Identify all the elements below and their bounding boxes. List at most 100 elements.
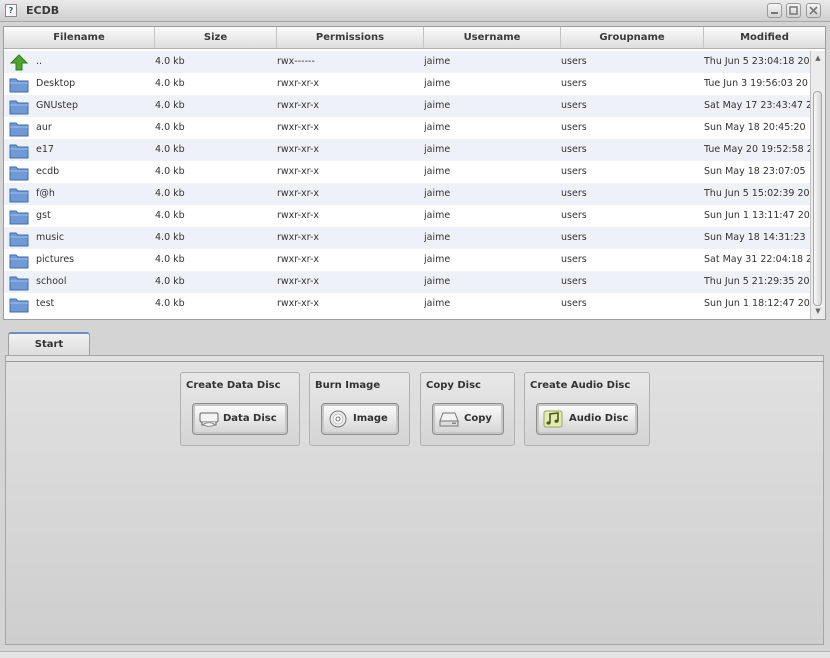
permissions-cell: rwxr-xr-x (277, 210, 319, 221)
username-cell: jaime (424, 188, 451, 199)
filename-cell: e17 (36, 144, 54, 155)
table-row[interactable]: school 4.0 kb rwxr-xr-x jaime users Thu Jun 5… (4, 271, 810, 293)
filename-cell: school (36, 276, 67, 287)
filename-cell: GNUstep (36, 100, 78, 111)
permissions-cell: rwxr-xr-x (277, 166, 319, 177)
groupname-cell: users (561, 254, 587, 265)
scroll-down-arrow-icon[interactable]: ▼ (812, 306, 824, 317)
table-row[interactable]: aur 4.0 kb rwxr-xr-x jaime users Sun May 18 2… (4, 117, 810, 139)
groupname-cell: users (561, 298, 587, 309)
filename-cell: pictures (36, 254, 75, 265)
column-header-filename[interactable]: Filename (4, 27, 155, 48)
table-row[interactable]: test 4.0 kb rwxr-xr-x jaime users Sun Jun 1 1… (4, 293, 810, 315)
groupname-cell: users (561, 166, 587, 177)
group-copy-disc: Copy Disc Copy (420, 372, 515, 446)
groupname-cell: users (561, 232, 587, 243)
size-cell: 4.0 kb (155, 298, 185, 309)
close-button[interactable] (806, 3, 821, 18)
minimize-button[interactable] (767, 3, 782, 18)
table-row[interactable]: e17 4.0 kb rwxr-xr-x jaime users Tue May 20 1… (4, 139, 810, 161)
tab-start[interactable]: Start (8, 332, 90, 356)
username-cell: jaime (424, 254, 451, 265)
scroll-up-arrow-icon[interactable]: ▲ (812, 53, 824, 64)
scrollbar-thumb[interactable] (813, 91, 822, 306)
audio-disc-button[interactable]: Audio Disc (536, 403, 638, 435)
modified-cell: Sun May 18 20:45:20 (704, 122, 806, 133)
size-cell: 4.0 kb (155, 188, 185, 199)
table-row[interactable]: ecdb 4.0 kb rwxr-xr-x jaime users Sun May 18 … (4, 161, 810, 183)
folder-icon (9, 296, 29, 313)
table-row[interactable]: pictures 4.0 kb rwxr-xr-x jaime users Sat May… (4, 249, 810, 271)
folder-icon (9, 208, 29, 225)
image-button-label: Image (353, 413, 388, 424)
title-bar[interactable]: ? ECDB (0, 0, 830, 22)
modified-cell: Tue May 20 19:52:58 2 (704, 144, 810, 155)
column-header-row: Filename Size Permissions Username Group… (4, 27, 825, 49)
copy-button[interactable]: Copy (432, 403, 504, 435)
filename-cell: f@h (36, 188, 55, 199)
size-cell: 4.0 kb (155, 144, 185, 155)
image-button[interactable]: Image (321, 403, 399, 435)
minimize-icon (771, 12, 778, 14)
modified-cell: Tue Jun 3 19:56:03 20 (704, 78, 808, 89)
up-arrow-icon (9, 54, 29, 71)
permissions-cell: rwxr-xr-x (277, 298, 319, 309)
permissions-cell: rwxr-xr-x (277, 78, 319, 89)
cd-icon (329, 410, 347, 428)
column-header-size[interactable]: Size (155, 27, 277, 48)
column-header-modified[interactable]: Modified (704, 27, 825, 48)
filename-cell: ecdb (36, 166, 60, 177)
data-disc-button[interactable]: Data Disc (192, 403, 288, 435)
groupname-cell: users (561, 78, 587, 89)
folder-icon (9, 230, 29, 247)
group-title: Create Audio Disc (530, 380, 631, 391)
size-cell: 4.0 kb (155, 254, 185, 265)
groupname-cell: users (561, 188, 587, 199)
file-list[interactable]: Filename Size Permissions Username Group… (3, 26, 826, 320)
table-row[interactable]: music 4.0 kb rwxr-xr-x jaime users Sun May 18… (4, 227, 810, 249)
table-row[interactable]: GNUstep 4.0 kb rwxr-xr-x jaime users Sat May … (4, 95, 810, 117)
permissions-cell: rwxr-xr-x (277, 144, 319, 155)
permissions-cell: rwxr-xr-x (277, 276, 319, 287)
copy-button-label: Copy (464, 413, 492, 424)
groupname-cell: users (561, 100, 587, 111)
modified-cell: Sat May 31 22:04:18 2 (704, 254, 810, 265)
modified-cell: Sat May 17 23:43:47 2 (704, 100, 810, 111)
username-cell: jaime (424, 166, 451, 177)
size-cell: 4.0 kb (155, 78, 185, 89)
size-cell: 4.0 kb (155, 56, 185, 67)
file-rows: .. 4.0 kb rwx------ jaime users Thu Jun 5 23:… (4, 51, 810, 315)
column-header-permissions[interactable]: Permissions (277, 27, 424, 48)
start-panel (5, 355, 824, 645)
vertical-scrollbar[interactable]: ▲ ▼ (810, 51, 825, 319)
filename-cell: .. (36, 56, 43, 67)
group-create-audio-disc: Create Audio Disc Audio Disc (524, 372, 650, 446)
data-disc-button-label: Data Disc (223, 413, 277, 424)
table-row[interactable]: Desktop 4.0 kb rwxr-xr-x jaime users Tue Jun … (4, 73, 810, 95)
music-note-icon (543, 410, 563, 428)
username-cell: jaime (424, 144, 451, 155)
table-row[interactable]: f@h 4.0 kb rwxr-xr-x jaime users Thu Jun 5 15… (4, 183, 810, 205)
maximize-icon (789, 6, 798, 15)
folder-icon (9, 274, 29, 291)
username-cell: jaime (424, 298, 451, 309)
column-header-groupname[interactable]: Groupname (561, 27, 704, 48)
size-cell: 4.0 kb (155, 166, 185, 177)
username-cell: jaime (424, 56, 451, 67)
modified-cell: Sun Jun 1 13:11:47 20 (704, 210, 810, 221)
maximize-button[interactable] (786, 3, 801, 18)
filename-cell: test (36, 298, 55, 309)
app-icon: ? (5, 4, 17, 17)
folder-icon (9, 98, 29, 115)
groupname-cell: users (561, 122, 587, 133)
table-row[interactable]: gst 4.0 kb rwxr-xr-x jaime users Sun Jun 1 13… (4, 205, 810, 227)
groupname-cell: users (561, 56, 587, 67)
group-burn-image: Burn Image Image (309, 372, 410, 446)
table-row[interactable]: .. 4.0 kb rwx------ jaime users Thu Jun 5 23:… (4, 51, 810, 73)
group-title: Copy Disc (426, 380, 481, 391)
username-cell: jaime (424, 78, 451, 89)
filename-cell: music (36, 232, 65, 243)
column-header-username[interactable]: Username (424, 27, 561, 48)
panel-divider (5, 361, 824, 362)
modified-cell: Sun May 18 23:07:05 (704, 166, 806, 177)
